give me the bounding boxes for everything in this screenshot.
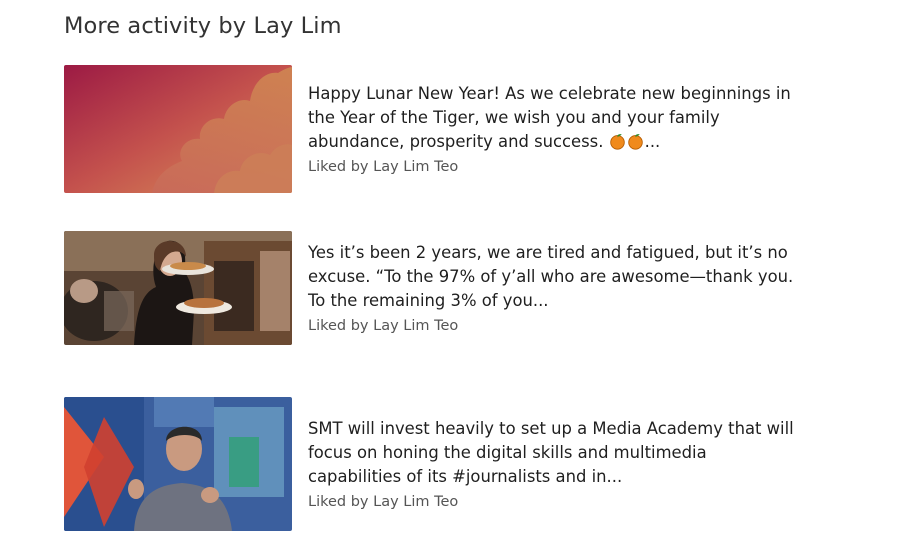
activity-section: More activity by Lay Lim Happy Lunar New… [0, 0, 913, 547]
restaurant-server-image[interactable] [64, 231, 292, 345]
activity-text-block: Yes it’s been 2 years, we are tired and … [308, 241, 798, 336]
tangerine-icon [627, 133, 644, 150]
speaker-photo-image[interactable] [64, 397, 292, 531]
activity-text-block: SMT will invest heavily to set up a Medi… [308, 417, 798, 512]
section-title: More activity by Lay Lim [64, 13, 342, 39]
post-text-body: Happy Lunar New Year! As we celebrate ne… [308, 83, 791, 151]
liked-by-label: Liked by Lay Lim Teo [308, 317, 459, 334]
post-text[interactable]: Happy Lunar New Year! As we celebrate ne… [308, 82, 798, 154]
post-text[interactable]: SMT will invest heavily to set up a Medi… [308, 417, 798, 489]
activity-item[interactable]: Yes it’s been 2 years, we are tired and … [64, 231, 804, 345]
post-text[interactable]: Yes it’s been 2 years, we are tired and … [308, 241, 798, 313]
activity-text-block: Happy Lunar New Year! As we celebrate ne… [308, 82, 798, 177]
activity-item[interactable]: SMT will invest heavily to set up a Medi… [64, 397, 804, 531]
lunar-new-year-image[interactable] [64, 65, 292, 193]
liked-by-label: Liked by Lay Lim Teo [308, 493, 459, 510]
liked-by-label: Liked by Lay Lim Teo [308, 158, 459, 175]
post-text-ellipsis: ... [644, 131, 661, 151]
tangerine-icon [609, 133, 626, 150]
activity-item[interactable]: Happy Lunar New Year! As we celebrate ne… [64, 65, 804, 193]
